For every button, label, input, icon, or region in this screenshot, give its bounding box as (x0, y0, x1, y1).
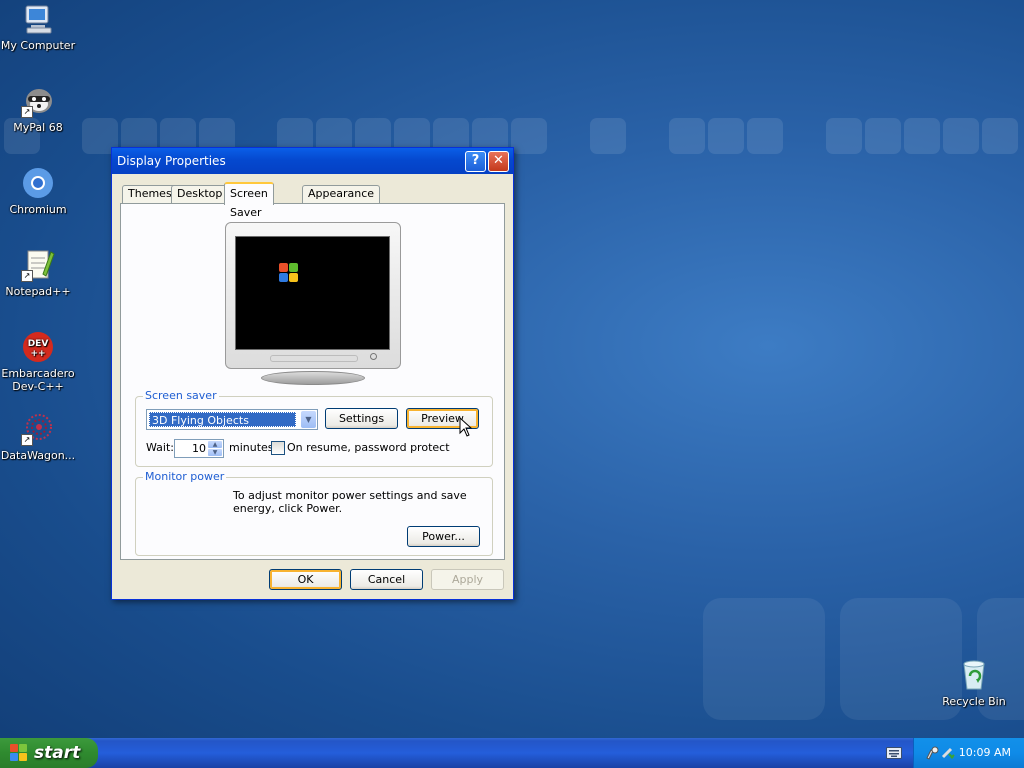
screen-saver-select[interactable]: 3D Flying Objects ▼ (146, 409, 318, 430)
power-button[interactable]: Power... (407, 526, 480, 547)
windows-logo-icon (279, 263, 299, 283)
password-protect-checkbox[interactable] (271, 441, 285, 455)
clock[interactable]: 10:09 AM (959, 738, 1011, 768)
wait-label: Wait: (146, 441, 174, 454)
taskbar: start 10:09 AM (0, 738, 1024, 768)
preview-screen (235, 236, 390, 350)
screen-saver-panel: Screen saver 3D Flying Objects ▼ Setting… (120, 203, 505, 560)
computer-icon (21, 2, 55, 36)
desktop-icon-notepadpp[interactable]: ↗ Notepad++ (0, 248, 76, 298)
notepadpp-icon: ↗ (21, 248, 55, 282)
shortcut-arrow-icon: ↗ (21, 270, 33, 282)
chevron-down-icon[interactable]: ▼ (301, 411, 316, 428)
monitor-power-description: To adjust monitor power settings and sav… (233, 489, 467, 515)
windows-logo-icon (10, 744, 27, 761)
desktop-icon-label: Notepad++ (5, 285, 71, 298)
tab-appearance[interactable]: Appearance (302, 185, 381, 203)
tab-desktop[interactable]: Desktop (171, 185, 229, 203)
desktop-icon-label: Chromium (9, 203, 67, 216)
keyboard-icon[interactable] (886, 747, 902, 759)
recycle-bin-icon (957, 658, 991, 692)
wait-minutes-stepper[interactable]: 10 ▲ ▼ (174, 439, 224, 458)
close-button[interactable]: ✕ (488, 151, 509, 172)
mouse-cursor-icon (459, 417, 473, 437)
network-icon[interactable] (925, 746, 939, 760)
title-bar[interactable]: Display Properties ? ✕ (112, 148, 513, 174)
desktop-icon-label: MyPal 68 (13, 121, 63, 134)
screen-saver-group-title: Screen saver (143, 389, 219, 402)
shortcut-arrow-icon: ↗ (21, 434, 33, 446)
spin-down-icon[interactable]: ▼ (208, 449, 222, 456)
desktop-icon-label: Recycle Bin (942, 695, 1006, 708)
help-button[interactable]: ? (465, 151, 486, 172)
screen-saver-selected-value: 3D Flying Objects (149, 412, 296, 427)
devcpp-icon: DEV ++ (21, 330, 55, 364)
spinner-buttons[interactable]: ▲ ▼ (208, 441, 222, 456)
monitor-preview (225, 222, 401, 369)
cancel-button[interactable]: Cancel (350, 569, 423, 590)
wait-minutes-value: 10 (192, 442, 206, 455)
monitor-power-group-title: Monitor power (143, 470, 227, 483)
display-properties-window: Display Properties ? ✕ Themes Desktop Sc… (111, 147, 514, 600)
datawagon-icon: ↗ (21, 412, 55, 446)
monitor-power-group: Monitor power To adjust monitor power se… (135, 470, 493, 556)
system-tray: 10:09 AM (913, 738, 1024, 768)
monitor-bezel-strip (270, 355, 358, 362)
close-icon: ✕ (493, 153, 504, 168)
chromium-icon (21, 166, 55, 200)
shortcut-arrow-icon: ↗ (21, 106, 33, 118)
svg-text:++: ++ (30, 349, 45, 359)
password-protect-label: On resume, password protect (287, 441, 450, 454)
desktop-icon-recycle-bin[interactable]: Recycle Bin (936, 658, 1012, 708)
spin-up-icon[interactable]: ▲ (208, 441, 222, 448)
desktop-icon-label: DataWagon... (0, 449, 76, 462)
settings-button[interactable]: Settings (325, 408, 398, 429)
window-title: Display Properties (117, 154, 226, 168)
desktop-icon-label: My Computer (0, 39, 76, 52)
svg-text:DEV: DEV (28, 339, 49, 349)
desktop-icon-datawagon[interactable]: ↗ DataWagon... (0, 412, 76, 462)
raccoon-icon: ↗ (21, 84, 55, 118)
ok-button[interactable]: OK (269, 569, 342, 590)
desktop-icon-label: Embarcadero Dev-C++ (1, 367, 75, 393)
desktop-icon-my-computer[interactable]: My Computer (0, 2, 76, 52)
tab-themes[interactable]: Themes (122, 185, 178, 203)
monitor-power-led (370, 353, 377, 360)
start-button[interactable]: start (0, 738, 98, 768)
tab-screen-saver[interactable]: Screen Saver (224, 182, 274, 219)
desktop-icon-chromium[interactable]: Chromium (0, 166, 76, 216)
minutes-label: minutes (229, 441, 274, 454)
start-label: start (34, 743, 81, 763)
desktop-icon-mypal[interactable]: ↗ MyPal 68 (0, 84, 76, 134)
safely-remove-hardware-icon[interactable] (941, 746, 955, 760)
screen-saver-group: Screen saver 3D Flying Objects ▼ Setting… (135, 389, 493, 467)
apply-button[interactable]: Apply (431, 569, 504, 590)
desktop-icon-devcpp[interactable]: DEV ++ Embarcadero Dev-C++ (0, 330, 76, 393)
monitor-stand (261, 371, 365, 385)
help-icon: ? (471, 153, 480, 168)
